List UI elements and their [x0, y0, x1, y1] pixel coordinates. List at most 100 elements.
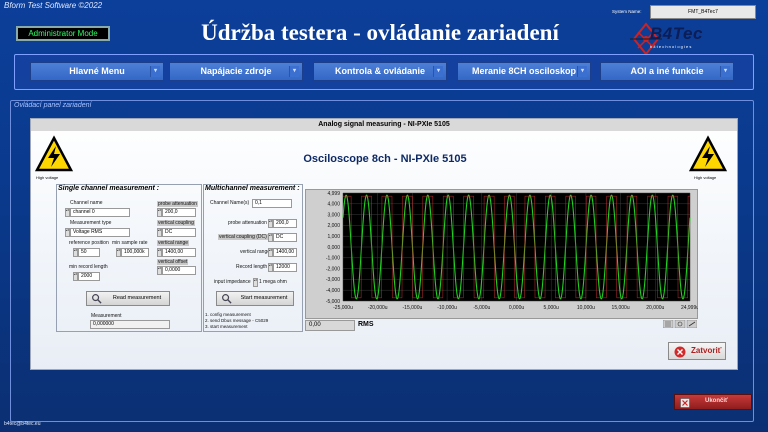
close-icon: [674, 346, 686, 358]
chevron-down-icon: ▾: [720, 66, 730, 77]
y-tick-label: -3,000: [326, 277, 340, 283]
software-label: Bform Test Software ©2022: [4, 1, 103, 10]
vertical-coupling-field[interactable]: DC: [162, 228, 196, 237]
multi-vertical-range-field[interactable]: 1400,00: [273, 248, 297, 257]
magnifier-icon: [92, 294, 102, 304]
channel-name-field[interactable]: channel 0: [70, 208, 130, 217]
window-title: Analog signal measuring - NI-PXIe 5105: [31, 119, 737, 131]
vertical-offset-field[interactable]: 0,0000: [162, 266, 196, 275]
close-icon: [680, 398, 690, 408]
reference-position-field[interactable]: 50: [78, 248, 100, 257]
control-panel-label: Ovládací panel zariadení: [14, 102, 92, 109]
y-tick-label: -1,000: [326, 256, 340, 262]
x-tick-label: 24,999u: [681, 305, 698, 311]
nav-control[interactable]: Kontrola & ovládanie ▾: [313, 62, 447, 81]
nav-label: Meranie 8CH osciloskop: [471, 66, 577, 76]
close-button[interactable]: Zatvoriť: [668, 342, 726, 360]
rms-readout: 0,00: [305, 320, 355, 331]
read-measurement-label: Read measurement: [112, 295, 162, 301]
footer-email: b4tec@b4tec.eu: [4, 421, 41, 427]
y-tick-label: 4,999: [327, 191, 340, 197]
y-tick-label: 2,000: [327, 223, 340, 229]
record-length-label: Record length: [236, 264, 268, 270]
input-impedance-dropdown-icon[interactable]: ▴▾: [253, 278, 258, 287]
y-tick-label: 3,000: [327, 212, 340, 218]
exit-button[interactable]: Ukončiť: [674, 394, 752, 410]
x-tick-label: -25,000u: [333, 305, 353, 311]
y-tick-label: 4,000: [327, 202, 340, 208]
oscilloscope-chart[interactable]: 4,999 4,000 3,000 2,000 1,000 0,000 -1,000 -2,0…: [305, 189, 698, 319]
scope-title: Osciloscope 8ch - NI-PXIe 5105: [303, 153, 467, 165]
x-tick-label: 15,000u: [612, 305, 630, 311]
x-tick-label: 5,000u: [544, 305, 560, 311]
measurement-label: Measurement: [91, 313, 122, 319]
input-impedance-label: input impedance: [214, 279, 251, 285]
chevron-down-icon: ▾: [433, 66, 443, 77]
nav-oscilloscope[interactable]: Meranie 8CH osciloskop ▾: [457, 62, 591, 81]
system-name-label: System Name:: [612, 9, 642, 14]
reference-position-label: reference position: [69, 240, 109, 246]
multi-probe-attenuation-field[interactable]: 200,0: [273, 219, 297, 228]
high-voltage-warning-icon: [34, 135, 74, 172]
y-tick-label: -5,000: [326, 299, 340, 305]
rms-unit-label: RMS: [358, 321, 374, 328]
channel-name-label: Channel name: [70, 200, 103, 206]
probe-attenuation-field[interactable]: 200,0: [162, 208, 196, 217]
vertical-offset-label: vertical offset: [157, 259, 189, 265]
x-tick-label: 10,000u: [577, 305, 595, 311]
x-tick-label: -5,000u: [473, 305, 490, 311]
high-voltage-warning-icon: [688, 135, 728, 172]
nav-label: AOI a iné funkcie: [630, 66, 704, 76]
read-measurement-button[interactable]: Read measurement: [86, 291, 170, 306]
multi-vertical-coupling-label: vertical coupling (DC): [218, 234, 268, 240]
single-channel-title: Single channel measurement :: [58, 185, 160, 192]
start-measurement-label: Start measurement: [240, 295, 288, 301]
chevron-down-icon: ▾: [289, 66, 299, 77]
chevron-down-icon: ▾: [150, 66, 160, 77]
measurement-steps: 1. config measurement 2. send Dbus messa…: [205, 312, 268, 330]
nav-power-supplies[interactable]: Napájacie zdroje ▾: [169, 62, 303, 81]
logo-subtitle: b 4 t e c h n o l o g i e s: [650, 44, 692, 49]
nav-label: Kontrola & ovládanie: [334, 66, 425, 76]
channel-names-field[interactable]: 0,1: [252, 199, 292, 208]
graph-palette-tools[interactable]: [663, 320, 697, 328]
min-sample-rate-label: min sample rate: [112, 240, 148, 246]
system-name-field: FMT_B4Tec7: [650, 5, 756, 19]
start-measurement-button[interactable]: Start measurement: [216, 291, 294, 306]
measurement-type-label: Measurement type: [70, 220, 112, 226]
multichannel-title: Multichannel measurement :: [205, 185, 300, 192]
x-tick-label: -15,000u: [403, 305, 423, 311]
measurement-value: 0,000000: [90, 320, 170, 329]
warning-label-right: High voltage: [694, 175, 717, 180]
measurement-type-field[interactable]: Voltage RMS: [70, 228, 130, 237]
min-record-length-field[interactable]: 2000: [78, 272, 100, 281]
channel-names-label: Channel Name(s): [210, 200, 250, 206]
admin-mode-indicator: Administrator Mode: [16, 26, 110, 41]
record-length-field[interactable]: 12000: [273, 263, 297, 272]
page-title: Údržba testera - ovládanie zariadení: [201, 20, 559, 45]
nav-aoi[interactable]: AOI a iné funkcie ▾: [600, 62, 734, 81]
x-tick-label: -10,000u: [437, 305, 457, 311]
min-sample-rate-field[interactable]: 100,000k: [121, 248, 149, 257]
magnifier-icon: [222, 294, 232, 304]
nav-main-menu[interactable]: Hlavné Menu ▾: [30, 62, 164, 81]
chevron-down-icon: ▾: [577, 66, 587, 77]
y-tick-label: 1,000: [327, 234, 340, 240]
nav-label: Napájacie zdroje: [200, 66, 272, 76]
logo-text: B4Tec: [650, 24, 703, 43]
x-tick-label: 20,000u: [646, 305, 664, 311]
x-tick-label: 0,000u: [509, 305, 525, 311]
min-record-length-label: min record length: [69, 264, 108, 270]
vertical-coupling-label: vertical coupling: [157, 220, 195, 226]
y-tick-label: -2,000: [326, 266, 340, 272]
vertical-range-label: vertical range: [157, 240, 190, 246]
exit-button-label: Ukončiť: [705, 398, 728, 404]
x-tick-label: -20,000u: [368, 305, 388, 311]
vertical-range-field[interactable]: 1400,00: [162, 248, 196, 257]
input-impedance-value[interactable]: 1 mega ohm: [259, 279, 287, 285]
nav-label: Hlavné Menu: [69, 66, 125, 76]
multi-vertical-coupling-field[interactable]: DC: [273, 233, 297, 242]
multi-vertical-range-label: vertical range: [240, 249, 271, 255]
step-item: 3. start measurement: [205, 324, 248, 329]
multi-probe-attenuation-label: probe attenuation: [228, 220, 267, 226]
